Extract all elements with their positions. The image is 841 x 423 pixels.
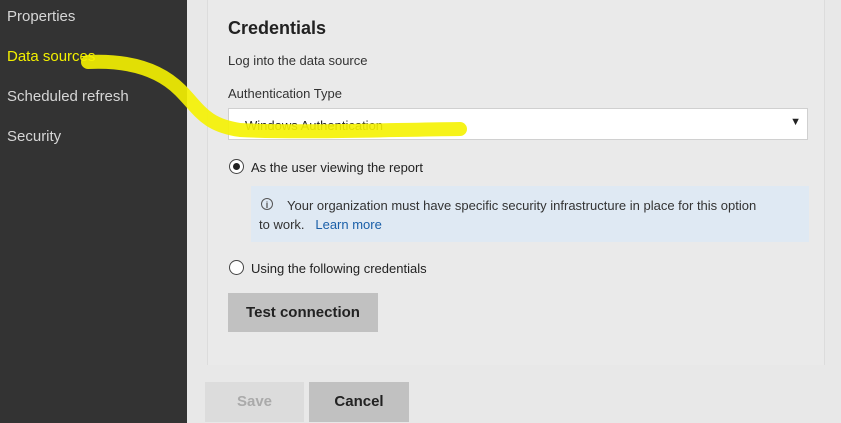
cancel-button[interactable]: Cancel [309,382,409,422]
main-content: Credentials Log into the data source Aut… [187,0,841,423]
info-text-line2: to work. [259,217,305,232]
settings-sidebar: Properties Data sources Scheduled refres… [0,0,187,423]
info-message: i Your organization must have specific s… [251,186,809,242]
sidebar-item-data-sources[interactable]: Data sources [7,48,95,65]
info-icon: i [261,198,273,210]
sidebar-item-scheduled-refresh[interactable]: Scheduled refresh [7,88,129,105]
radio-credentials-label[interactable]: Using the following credentials [251,261,427,276]
test-connection-button[interactable]: Test connection [228,293,378,332]
radio-selected-dot [233,163,240,170]
radio-viewer-label[interactable]: As the user viewing the report [251,160,423,175]
auth-type-value: Windows Authentication [245,118,384,133]
sidebar-item-security[interactable]: Security [7,128,61,145]
learn-more-link[interactable]: Learn more [315,217,381,232]
info-text-line1: Your organization must have specific sec… [287,198,757,213]
sidebar-item-properties[interactable]: Properties [7,8,75,25]
radio-viewer[interactable] [229,159,244,174]
save-button[interactable]: Save [205,382,304,422]
auth-type-dropdown[interactable]: Windows Authentication ▼ [228,108,808,140]
credentials-title: Credentials [228,18,327,38]
credentials-subtitle: Log into the data source [228,53,368,68]
info-text-line2-wrap: to work. Learn more [259,217,382,232]
dropdown-arrow-icon: ▼ [790,116,801,128]
radio-credentials[interactable] [229,260,244,275]
auth-type-label: Authentication Type [228,86,342,101]
